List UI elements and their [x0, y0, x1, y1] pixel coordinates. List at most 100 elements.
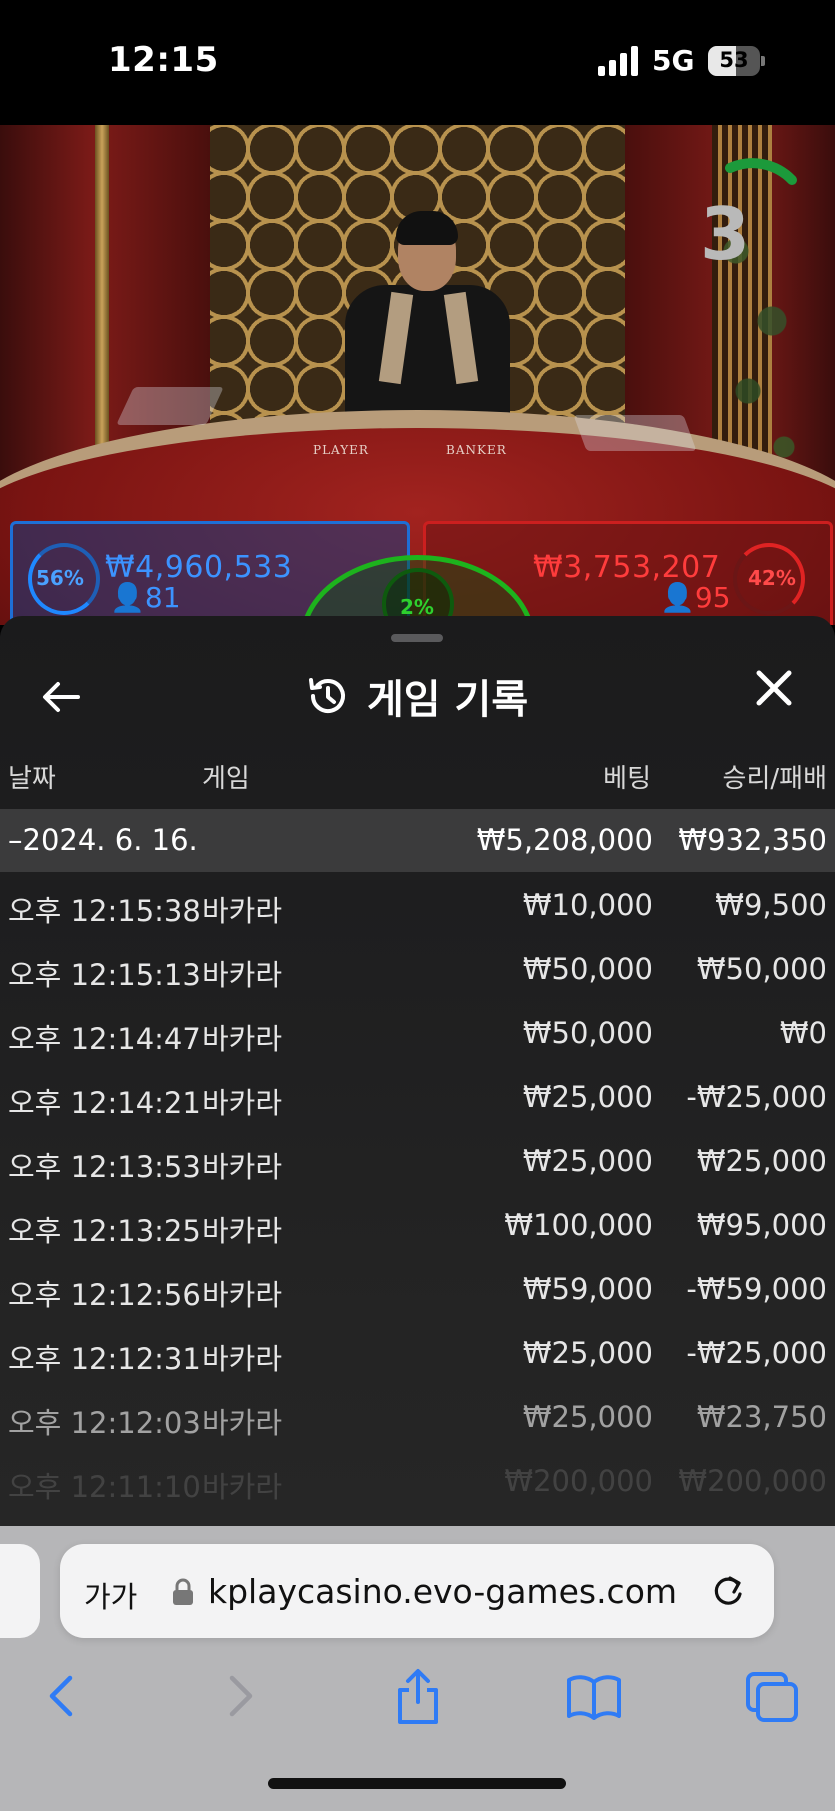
row-bet: ₩25,000: [522, 1336, 653, 1370]
history-icon: [309, 678, 345, 713]
person-icon: 👤: [660, 581, 695, 614]
status-bar: 12:15 5G 53: [0, 0, 835, 125]
date-summary-row[interactable]: –2024. 6. 16. ₩5,208,000 ₩932,350: [0, 809, 835, 872]
history-row[interactable]: 오후 12:14:21 바카라 ₩25,000 -₩25,000: [0, 1064, 835, 1128]
dealer: [345, 285, 510, 425]
row-winloss: ₩25,000: [696, 1144, 827, 1178]
history-list[interactable]: 오후 12:15:38 바카라 ₩10,000 ₩9,500 오후 12:15:…: [0, 872, 835, 1512]
summary-bet-total: ₩5,208,000: [476, 823, 653, 857]
row-game: 바카라: [202, 1086, 283, 1120]
countdown-timer: 3: [700, 192, 751, 276]
battery-icon: 53: [708, 46, 765, 76]
row-winloss: -₩25,000: [686, 1080, 827, 1114]
row-time: 오후 12:12:31: [8, 1342, 201, 1376]
battery-percent: 53: [719, 48, 749, 72]
row-time: 오후 12:11:10: [8, 1470, 201, 1504]
player-percent: 56%: [36, 566, 84, 590]
row-game: 바카라: [202, 1150, 283, 1184]
text-size-button[interactable]: 가가: [84, 1574, 137, 1616]
history-row[interactable]: 오후 12:13:25 바카라 ₩100,000 ₩95,000: [0, 1192, 835, 1256]
banker-percent: 42%: [748, 566, 796, 590]
history-row[interactable]: 오후 12:13:53 바카라 ₩25,000 ₩25,000: [0, 1128, 835, 1192]
row-time: 오후 12:14:21: [8, 1086, 201, 1120]
row-game: 바카라: [202, 1214, 283, 1248]
game-history-sheet: 게임 기록 날짜 게임 베팅 승리/패배 –2024. 6. 16. ₩5,20…: [0, 616, 835, 1526]
banker-total-bet: ₩3,753,207: [533, 550, 721, 585]
table-label-player: PLAYER: [313, 443, 369, 457]
history-row[interactable]: 오후 12:15:38 바카라 ₩10,000 ₩9,500: [0, 872, 835, 936]
row-game: 바카라: [202, 958, 283, 992]
back-chevron-icon[interactable]: [32, 1666, 92, 1726]
column-header-bet: 베팅: [603, 764, 651, 794]
row-bet: ₩25,000: [522, 1144, 653, 1178]
row-bet: ₩50,000: [522, 952, 653, 986]
person-icon: 👤: [110, 581, 145, 614]
url-text: kplaycasino.evo-games.com: [208, 1572, 678, 1611]
back-arrow-icon[interactable]: [38, 674, 84, 720]
row-time: 오후 12:15:13: [8, 958, 201, 992]
network-type: 5G: [652, 44, 695, 77]
row-winloss: ₩0: [779, 1016, 827, 1050]
address-bar[interactable]: 가가 kplaycasino.evo-games.com: [60, 1544, 774, 1638]
card-shoe: [116, 387, 224, 425]
lock-icon: [173, 1578, 193, 1605]
row-time: 오후 12:15:38: [8, 894, 201, 928]
row-bet: ₩50,000: [522, 1016, 653, 1050]
row-game: 바카라: [202, 1022, 283, 1056]
history-row[interactable]: 오후 12:12:56 바카라 ₩59,000 -₩59,000: [0, 1256, 835, 1320]
summary-winloss-total: ₩932,350: [678, 823, 827, 857]
history-row[interactable]: 오후 12:14:47 바카라 ₩50,000 ₩0: [0, 1000, 835, 1064]
status-time: 12:15: [108, 40, 219, 80]
row-bet: ₩25,000: [522, 1080, 653, 1114]
forward-chevron-icon[interactable]: [210, 1666, 270, 1726]
browser-toolbar: 가가 kplaycasino.evo-games.com: [0, 1526, 835, 1811]
row-time: 오후 12:13:25: [8, 1214, 201, 1248]
sheet-title-text: 게임 기록: [367, 677, 529, 723]
row-bet: ₩59,000: [522, 1272, 653, 1306]
table-label-banker: BANKER: [446, 443, 507, 457]
player-total-bet: ₩4,960,533: [105, 550, 293, 585]
banker-bettor-count: 👤95: [660, 581, 731, 614]
row-bet: ₩200,000: [504, 1464, 653, 1498]
column-header-date: 날짜: [8, 764, 56, 794]
reload-icon[interactable]: [708, 1572, 748, 1612]
row-winloss: ₩200,000: [678, 1464, 827, 1498]
share-icon[interactable]: [388, 1666, 448, 1726]
history-row[interactable]: 오후 12:12:03 바카라 ₩25,000 ₩23,750: [0, 1384, 835, 1448]
discard-tray: [573, 415, 697, 451]
row-bet: ₩25,000: [522, 1400, 653, 1434]
tabs-icon[interactable]: [742, 1666, 802, 1726]
column-header-winloss: 승리/패배: [722, 764, 827, 794]
sheet-title: 게임 기록: [305, 666, 528, 726]
row-time: 오후 12:12:03: [8, 1406, 201, 1440]
row-winloss: -₩25,000: [686, 1336, 827, 1370]
row-time: 오후 12:13:53: [8, 1150, 201, 1184]
row-winloss: ₩95,000: [696, 1208, 827, 1242]
home-indicator[interactable]: [268, 1778, 566, 1789]
history-row[interactable]: 오후 12:11:10 바카라 ₩200,000 ₩200,000: [0, 1448, 835, 1512]
row-winloss: ₩23,750: [696, 1400, 827, 1434]
row-winloss: ₩50,000: [696, 952, 827, 986]
row-game: 바카라: [202, 1470, 283, 1504]
bookmarks-icon[interactable]: [564, 1666, 624, 1726]
row-winloss: -₩59,000: [686, 1272, 827, 1306]
row-bet: ₩100,000: [504, 1208, 653, 1242]
row-winloss: ₩9,500: [715, 888, 827, 922]
row-game: 바카라: [202, 1406, 283, 1440]
summary-date: –2024. 6. 16.: [8, 823, 198, 857]
row-game: 바카라: [202, 1342, 283, 1376]
live-game-video[interactable]: PLAYER BANKER 3 56% 42% 2% ₩4,960,533 ₩3…: [0, 125, 835, 625]
row-time: 오후 12:14:47: [8, 1022, 201, 1056]
row-game: 바카라: [202, 1278, 283, 1312]
row-bet: ₩10,000: [522, 888, 653, 922]
row-time: 오후 12:12:56: [8, 1278, 201, 1312]
column-header-game: 게임: [202, 764, 250, 794]
history-row[interactable]: 오후 12:12:31 바카라 ₩25,000 -₩25,000: [0, 1320, 835, 1384]
previous-tab-preview[interactable]: [0, 1544, 40, 1638]
player-bettor-count: 👤81: [110, 581, 181, 614]
dealer-hair: [396, 211, 458, 245]
signal-icon: [598, 46, 638, 76]
history-row[interactable]: 오후 12:15:13 바카라 ₩50,000 ₩50,000: [0, 936, 835, 1000]
sheet-grabber[interactable]: [391, 634, 443, 642]
close-icon[interactable]: [752, 666, 796, 710]
